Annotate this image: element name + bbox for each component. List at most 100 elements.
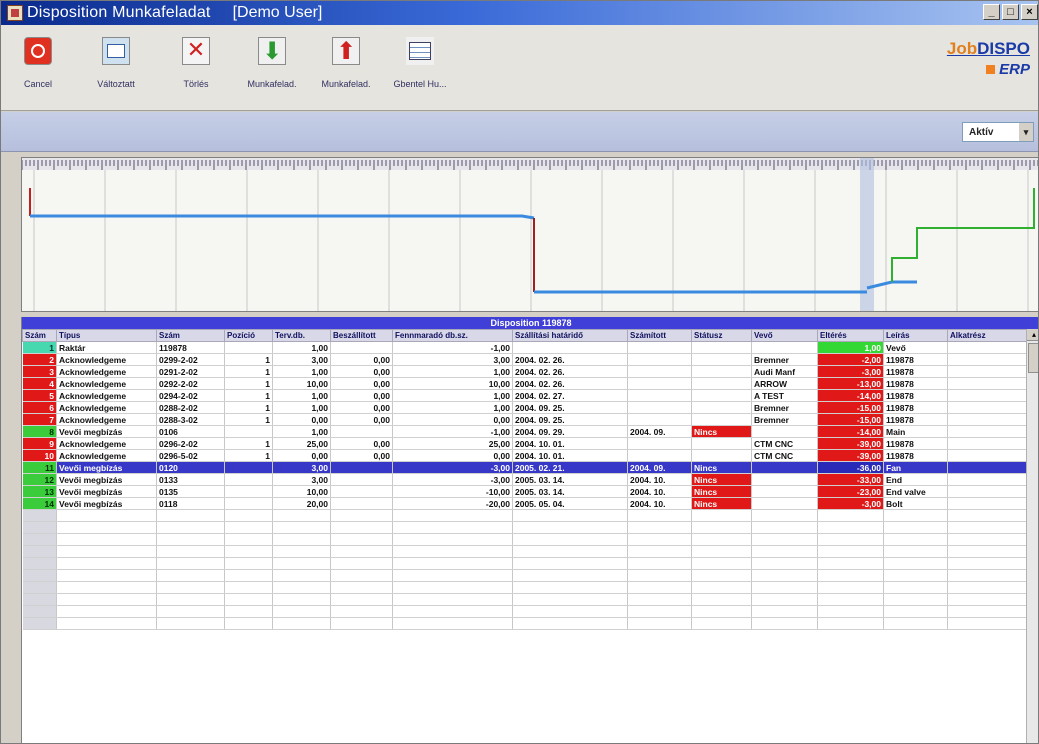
chevron-down-icon[interactable]: ▾ <box>1019 123 1033 141</box>
column-header[interactable]: Fennmaradó db.sz. <box>392 329 513 342</box>
row-number[interactable]: 11 <box>22 461 57 474</box>
empty-row <box>22 533 1028 546</box>
column-header[interactable]: Eltérés <box>817 329 884 342</box>
cell-besz: 0,00 <box>330 365 393 378</box>
empty-cell <box>330 617 393 630</box>
cell-tipus: Vevői megbízás <box>56 461 157 474</box>
table-row[interactable]: 10 Acknowledgeme 0296-5-02 1 0,00 0,00 0,00 200… <box>22 449 1028 462</box>
row-number[interactable]: 5 <box>22 389 57 402</box>
column-header[interactable]: Leírás <box>883 329 948 342</box>
cell-szam2 <box>627 437 692 450</box>
cell-alk <box>947 425 1028 438</box>
maximize-button[interactable]: □ <box>1002 4 1019 20</box>
cell-terv: 0,00 <box>272 413 331 426</box>
empty-cell <box>272 569 331 582</box>
edit-button[interactable]: Változtatt <box>81 37 151 89</box>
empty-cell <box>330 509 393 522</box>
column-header[interactable]: Alkatrész <box>947 329 1028 342</box>
row-number[interactable]: 8 <box>22 425 57 438</box>
column-header[interactable]: Szám <box>156 329 225 342</box>
vertical-scrollbar[interactable]: ▴ <box>1026 329 1038 743</box>
empty-cell <box>224 581 273 594</box>
status-filter-select[interactable]: Aktív ▾ <box>962 122 1034 142</box>
table-row[interactable]: 13 Vevői megbízás 0135 10,00 -10,00 2005. 03.… <box>22 485 1028 498</box>
table-row[interactable]: 12 Vevői megbízás 0133 3,00 -3,00 2005. 03. 1… <box>22 473 1028 486</box>
empty-cell <box>22 569 57 582</box>
empty-cell <box>512 545 628 558</box>
row-number[interactable]: 9 <box>22 437 57 450</box>
gantt-chart[interactable] <box>21 157 1038 312</box>
scroll-up-icon[interactable]: ▴ <box>1027 329 1038 341</box>
empty-cell <box>627 545 692 558</box>
table-row[interactable]: 4 Acknowledgeme 0292-2-02 1 10,00 0,00 10,00 20… <box>22 377 1028 390</box>
table-row[interactable]: 11 Vevői megbízás 0120 3,00 -3,00 2005. 02. 2… <box>22 461 1028 474</box>
table-row[interactable]: 9 Acknowledgeme 0296-2-02 1 25,00 0,00 25,00 20… <box>22 437 1028 450</box>
row-number[interactable]: 10 <box>22 449 57 462</box>
cell-szall: 2004. 09. 29. <box>512 425 628 438</box>
table-row[interactable]: 8 Vevői megbízás 0106 1,00 -1,00 2004. 09. 29… <box>22 425 1028 438</box>
column-header[interactable]: Státusz <box>691 329 752 342</box>
table-row[interactable]: 3 Acknowledgeme 0291-2-02 1 1,00 0,00 1,00 2004… <box>22 365 1028 378</box>
empty-cell <box>56 557 157 570</box>
empty-cell <box>627 509 692 522</box>
row-number[interactable]: 13 <box>22 485 57 498</box>
cell-szam2: 2004. 10. <box>627 473 692 486</box>
cell-besz: 0,00 <box>330 413 393 426</box>
row-number[interactable]: 1 <box>22 341 57 354</box>
gantt-icon <box>406 37 434 65</box>
cell-szam: 0133 <box>156 473 225 486</box>
empty-cell <box>22 545 57 558</box>
empty-cell <box>22 593 57 606</box>
work-task-down-button[interactable]: ⬇ Munkafelad. <box>237 37 307 89</box>
gantt-button[interactable]: Gbentel Hu... <box>385 37 455 89</box>
empty-cell <box>224 569 273 582</box>
empty-cell <box>751 605 818 618</box>
table-row[interactable]: 2 Acknowledgeme 0299-2-02 1 3,00 0,00 3,00 2004… <box>22 353 1028 366</box>
empty-row <box>22 617 1028 630</box>
row-number[interactable]: 7 <box>22 413 57 426</box>
row-number[interactable]: 2 <box>22 353 57 366</box>
cell-statusz <box>691 377 752 390</box>
row-number[interactable]: 3 <box>22 365 57 378</box>
work-task-up-button[interactable]: ⬆ Munkafelad. <box>311 37 381 89</box>
column-header[interactable]: Szállítási határidő <box>512 329 628 342</box>
table-row[interactable]: 14 Vevői megbízás 0118 20,00 -20,00 2005. 05.… <box>22 497 1028 510</box>
empty-cell <box>883 581 948 594</box>
empty-cell <box>817 581 884 594</box>
table-row[interactable]: 5 Acknowledgeme 0294-2-02 1 1,00 0,00 1,00 2004… <box>22 389 1028 402</box>
cell-alk <box>947 485 1028 498</box>
empty-cell <box>156 545 225 558</box>
scroll-thumb[interactable] <box>1028 343 1038 373</box>
close-button[interactable]: × <box>1021 4 1038 20</box>
column-header[interactable]: Típus <box>56 329 157 342</box>
empty-cell <box>883 557 948 570</box>
row-number[interactable]: 12 <box>22 473 57 486</box>
table-row[interactable]: 6 Acknowledgeme 0288-2-02 1 1,00 0,00 1,00 2004… <box>22 401 1028 414</box>
cell-szall: 2004. 09. 25. <box>512 413 628 426</box>
column-header[interactable]: Vevő <box>751 329 818 342</box>
empty-cell <box>156 569 225 582</box>
row-number[interactable]: 6 <box>22 401 57 414</box>
row-number[interactable]: 14 <box>22 497 57 510</box>
column-header[interactable]: Számított <box>627 329 692 342</box>
table-row[interactable]: 1 Raktár 119878 1,00 -1,00 1,00 Vevő <box>22 341 1028 354</box>
empty-cell <box>512 593 628 606</box>
cell-szam2: 2004. 10. <box>627 485 692 498</box>
cancel-button[interactable]: Cancel <box>3 37 73 89</box>
column-header[interactable]: Szám <box>22 329 57 342</box>
empty-cell <box>330 605 393 618</box>
cell-terv: 25,00 <box>272 437 331 450</box>
cell-leiras: 119878 <box>883 449 948 462</box>
column-header[interactable]: Beszállított <box>330 329 393 342</box>
empty-cell <box>392 605 513 618</box>
cell-tipus: Raktár <box>56 341 157 354</box>
cell-elt: -14,00 <box>817 389 884 402</box>
minimize-button[interactable]: _ <box>983 4 1000 20</box>
column-header[interactable]: Terv.db. <box>272 329 331 342</box>
gantt-label: Gbentel Hu... <box>393 79 447 89</box>
table-row[interactable]: 7 Acknowledgeme 0288-3-02 1 0,00 0,00 0,00 2004… <box>22 413 1028 426</box>
delete-button[interactable]: ✕ Törlés <box>161 37 231 89</box>
row-number[interactable]: 4 <box>22 377 57 390</box>
column-header[interactable]: Pozíció <box>224 329 273 342</box>
empty-cell <box>156 521 225 534</box>
